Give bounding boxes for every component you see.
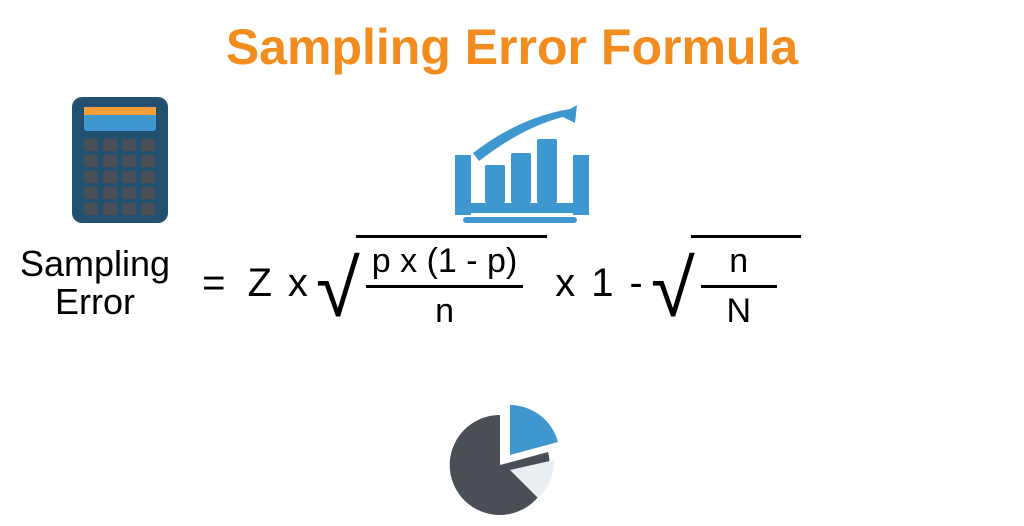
page-title: Sampling Error Formula	[0, 18, 1024, 76]
bar-growth-icon	[445, 105, 595, 225]
radical-icon-2: √	[651, 265, 695, 313]
times-2: x	[555, 261, 575, 306]
sqrt-2: √ n N	[651, 235, 801, 331]
minus-sign: -	[630, 261, 643, 306]
z-term: Z	[247, 261, 271, 306]
times-1: x	[288, 261, 308, 306]
calculator-icon	[70, 95, 170, 225]
equals-sign: =	[202, 261, 225, 306]
frac1-denominator: n	[435, 288, 454, 331]
one-term: 1	[591, 261, 613, 306]
label-line2: Error	[20, 283, 170, 321]
frac2-denominator: N	[726, 288, 751, 331]
radical-icon: √	[316, 265, 360, 313]
label-line1: Sampling	[20, 245, 170, 283]
formula-row: Sampling Error = Z x √ p x (1 - p) n x 1…	[20, 235, 801, 331]
fraction-2: n N	[691, 235, 801, 331]
pie-chart-icon	[440, 400, 570, 520]
frac2-numerator: n	[701, 240, 777, 288]
sqrt-1: √ p x (1 - p) n	[316, 235, 547, 331]
fraction-1: p x (1 - p) n	[356, 235, 547, 331]
formula-label: Sampling Error	[20, 245, 170, 321]
frac1-numerator: p x (1 - p)	[366, 240, 523, 288]
